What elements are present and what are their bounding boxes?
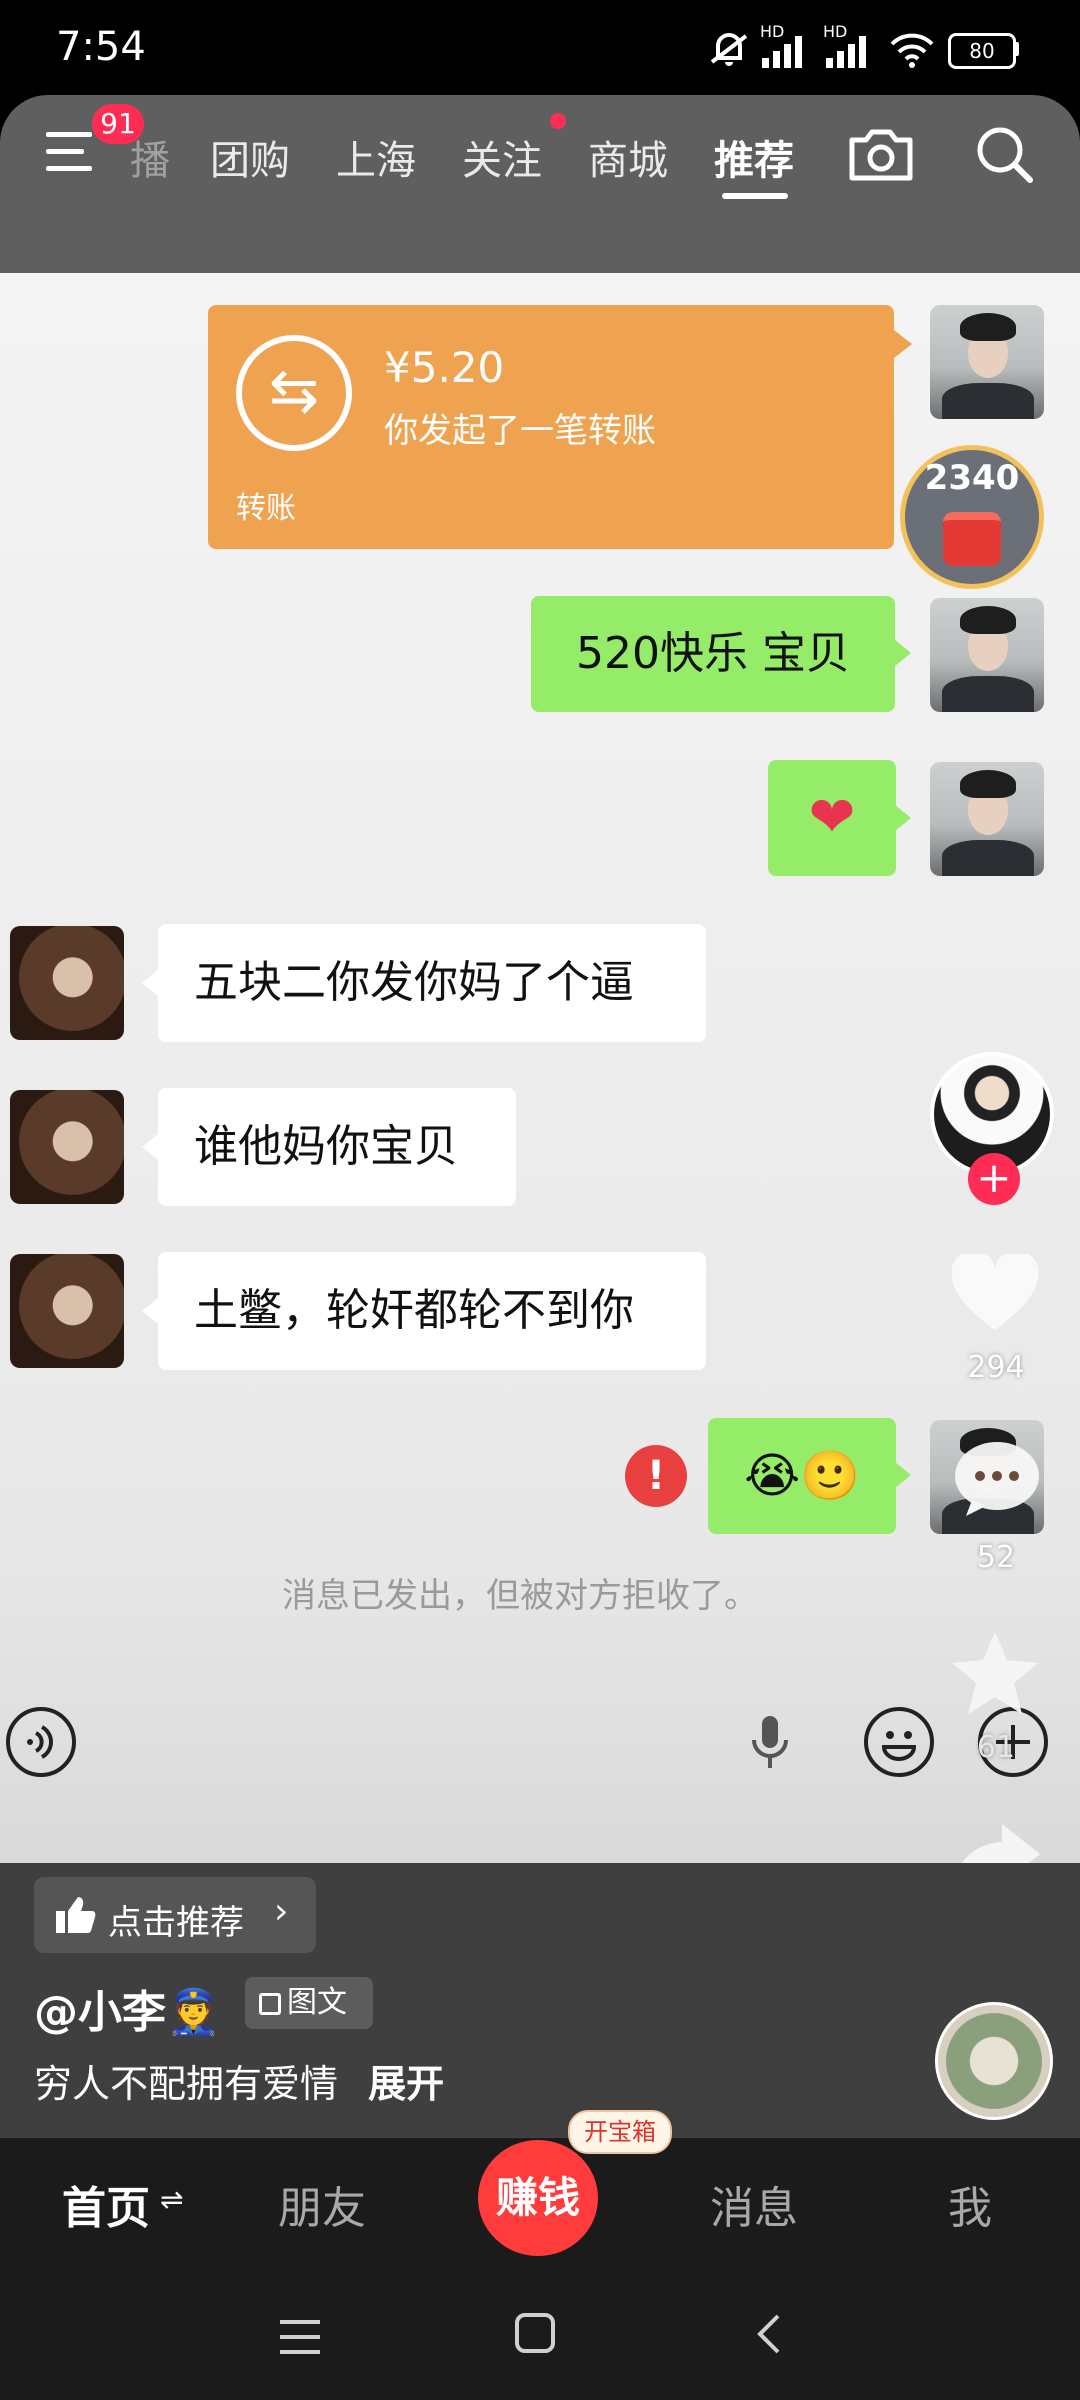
like-count: 294 (967, 1350, 1025, 1385)
expand-link[interactable]: 展开 (368, 2062, 444, 2106)
comment-icon[interactable] (952, 1438, 1042, 1522)
tab-friends[interactable]: 朋友 (278, 2172, 366, 2236)
bell-muted-icon (706, 28, 752, 77)
home-icon[interactable] (514, 2312, 556, 2365)
like-heart-icon[interactable] (950, 1250, 1040, 1338)
tab-mall[interactable]: 商城 (588, 128, 668, 186)
post-type-badge: 图文 (245, 1977, 373, 2029)
swap-icon: ⇌ (160, 2183, 184, 2216)
error-icon: ! (625, 1445, 687, 1507)
tab-messages[interactable]: 消息 (710, 2172, 798, 2236)
bubble-tail (895, 640, 911, 666)
tab-broadcast-partial[interactable]: 播 (130, 128, 170, 186)
back-icon[interactable] (754, 2312, 784, 2367)
tab-home[interactable]: 首页 (62, 2172, 150, 2236)
avatar-her (10, 1254, 124, 1368)
image-text-icon (259, 1992, 281, 2015)
post-caption: 穷人不配拥有爱情 展开 (34, 2053, 444, 2108)
post-type-label: 图文 (287, 1985, 347, 2020)
active-tab-indicator (722, 193, 788, 199)
avatar-me (930, 305, 1044, 419)
tab-group-buy[interactable]: 团购 (210, 128, 290, 186)
signal-icon (762, 34, 814, 75)
status-time: 7:54 (56, 24, 146, 70)
avatar-her (10, 1090, 124, 1204)
favorite-star-icon[interactable] (950, 1630, 1040, 1720)
transfer-card[interactable]: ⇆ ¥5.20 你发起了一笔转账 转账 (208, 305, 894, 549)
favorite-count: 61 (976, 1730, 1016, 1765)
recents-icon[interactable] (280, 2316, 322, 2367)
wifi-icon (888, 32, 936, 75)
message-bubble-her: 土鳖，轮奸都轮不到你 (158, 1252, 706, 1370)
signal-icon (826, 34, 878, 75)
transfer-amount: ¥5.20 (384, 343, 505, 392)
following-dot (550, 113, 566, 129)
bubble-tail (142, 970, 158, 996)
camera-icon[interactable] (846, 124, 916, 188)
red-packet-icon (943, 512, 1001, 566)
battery-icon: 80 (948, 33, 1016, 69)
bubble-tail (895, 805, 911, 831)
menu-icon[interactable] (46, 130, 96, 178)
microphone-icon[interactable] (748, 1712, 792, 1778)
message-bubble-her: 谁他妈你宝贝 (158, 1088, 516, 1206)
red-packet-count: 2340 (924, 458, 1020, 498)
message-bubble-her: 五块二你发你妈了个逼 (158, 924, 706, 1042)
caption-text: 穷人不配拥有爱情 (34, 2062, 339, 2106)
author-name[interactable]: @小李👮 (34, 1976, 221, 2040)
earn-button[interactable]: 赚钱 (478, 2140, 598, 2256)
treasure-chest-tag: 开宝箱 (568, 2110, 672, 2154)
comment-count: 52 (976, 1540, 1016, 1575)
tab-me[interactable]: 我 (948, 2172, 992, 2236)
transfer-arrows-icon: ⇆ (236, 335, 352, 451)
voice-icon[interactable] (6, 1707, 76, 1777)
message-heart: ❤ (768, 760, 896, 876)
recommend-chip[interactable]: 点击推荐 › (34, 1877, 316, 1953)
transfer-description: 你发起了一笔转账 (384, 411, 656, 451)
system-message: 消息已发出，但被对方拒收了。 (282, 1576, 758, 1616)
recommend-label: 点击推荐 (108, 1903, 244, 1943)
transfer-label: 转账 (236, 491, 296, 526)
avatar-me (930, 598, 1044, 712)
follow-plus-button[interactable]: + (968, 1153, 1020, 1205)
emoji-icon[interactable] (864, 1707, 934, 1777)
message-emoji-failed: 😭🙂 (708, 1418, 896, 1534)
thumbs-up-icon (54, 1895, 96, 1944)
search-icon[interactable] (974, 124, 1036, 190)
avatar-me (930, 762, 1044, 876)
battery-tip (1014, 42, 1019, 56)
bubble-tail (142, 1134, 158, 1160)
music-disc[interactable] (935, 2002, 1053, 2120)
tab-following[interactable]: 关注 (462, 128, 542, 186)
tab-shanghai[interactable]: 上海 (336, 128, 416, 186)
bubble-tail (142, 1298, 158, 1324)
chevron-right-icon: › (274, 1891, 289, 1932)
bubble-tail (895, 1462, 911, 1488)
tab-recommend[interactable]: 推荐 (714, 128, 794, 186)
transfer-bubble-tail (894, 330, 912, 358)
message-bubble-me: 520快乐 宝贝 (531, 596, 895, 712)
red-packet-widget[interactable]: 2340 (900, 445, 1044, 589)
avatar-her (10, 926, 124, 1040)
